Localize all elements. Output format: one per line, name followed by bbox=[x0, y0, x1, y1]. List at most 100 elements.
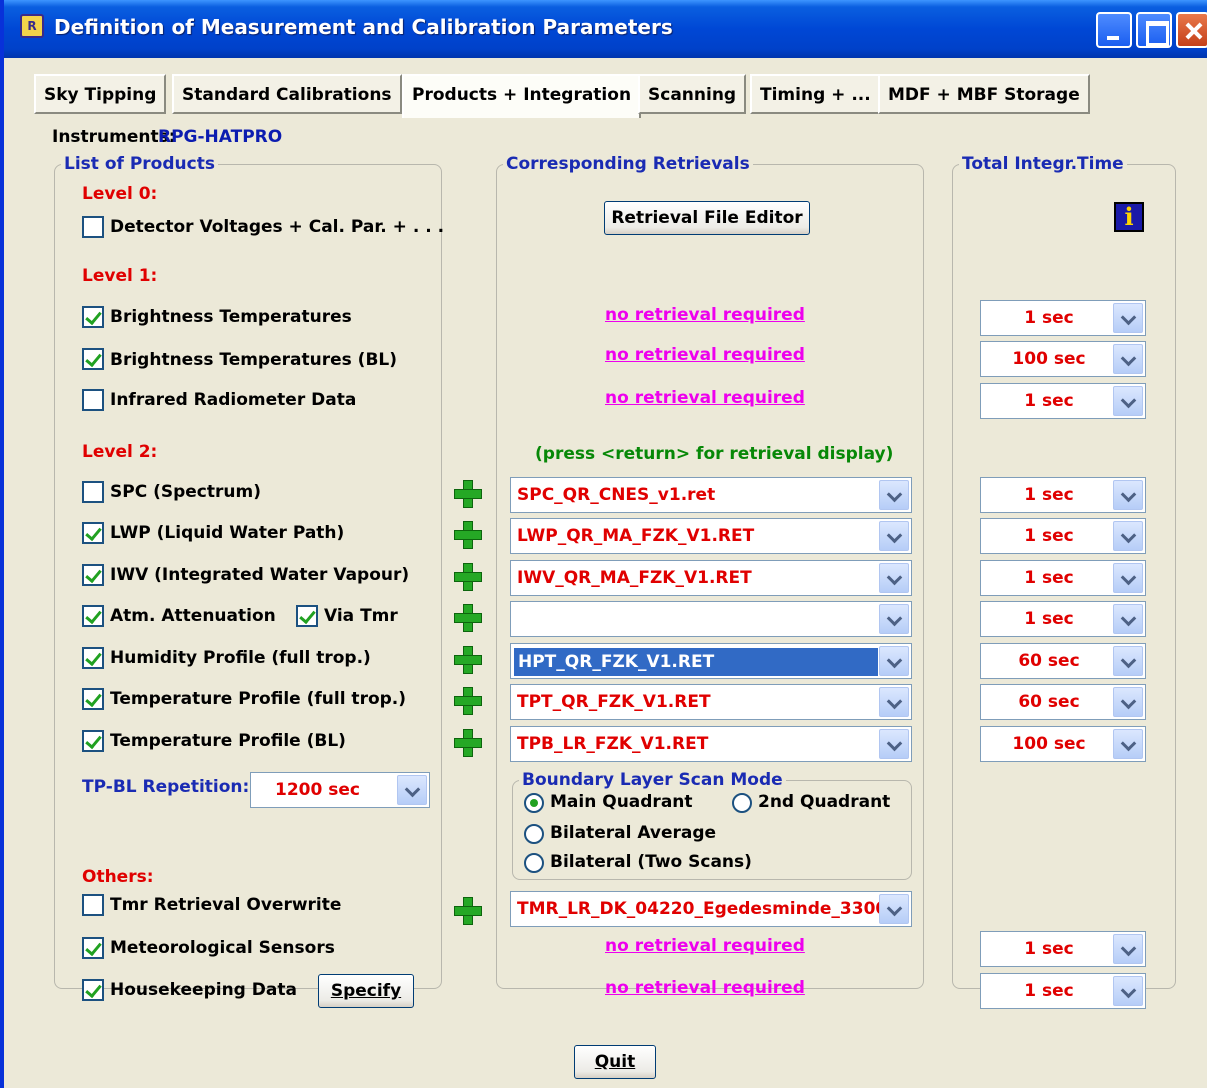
chevron-down-icon[interactable] bbox=[879, 894, 909, 924]
met-checkbox[interactable] bbox=[82, 937, 104, 959]
tpt-retrieval-select[interactable]: TPT_QR_FZK_V1.RET bbox=[510, 684, 912, 720]
chevron-down-icon[interactable] bbox=[879, 687, 909, 717]
tb-time-select[interactable]: 1 sec bbox=[980, 300, 1146, 336]
chevron-down-icon[interactable] bbox=[879, 604, 909, 634]
tpb-checkbox[interactable] bbox=[82, 730, 104, 752]
hkd-checkbox[interactable] bbox=[82, 979, 104, 1001]
spc-time-value: 1 sec bbox=[1024, 485, 1074, 505]
via-tmr-checkbox[interactable] bbox=[296, 605, 318, 627]
second-quadrant-radio[interactable] bbox=[732, 793, 752, 813]
close-button[interactable] bbox=[1176, 12, 1207, 48]
tmr-checkbox[interactable] bbox=[82, 894, 104, 916]
chevron-down-icon[interactable] bbox=[1113, 480, 1143, 510]
tpt-checkbox[interactable] bbox=[82, 688, 104, 710]
chevron-down-icon[interactable] bbox=[879, 729, 909, 759]
iwv-retrieval-select[interactable]: IWV_QR_MA_FZK_V1.RET bbox=[510, 560, 912, 596]
chevron-down-icon[interactable] bbox=[1113, 976, 1143, 1006]
lwp-time-select[interactable]: 1 sec bbox=[980, 518, 1146, 554]
main-quadrant-radio[interactable] bbox=[524, 793, 544, 813]
tpb-retrieval-select[interactable]: TPB_LR_FZK_V1.RET bbox=[510, 726, 912, 762]
retrieval-file-editor-button[interactable]: Retrieval File Editor bbox=[604, 201, 810, 235]
chevron-down-icon[interactable] bbox=[1113, 386, 1143, 416]
add-lwp-icon[interactable] bbox=[454, 521, 482, 549]
spc-retrieval-select[interactable]: SPC_QR_CNES_v1.ret bbox=[510, 477, 912, 513]
tmr-retrieval-select[interactable]: TMR_LR_DK_04220_Egedesminde_3300 bbox=[510, 891, 912, 927]
bilateral-two-radio[interactable] bbox=[524, 853, 544, 873]
hkd-time-select[interactable]: 1 sec bbox=[980, 973, 1146, 1009]
met-time-select[interactable]: 1 sec bbox=[980, 931, 1146, 967]
minimize-button[interactable] bbox=[1096, 12, 1132, 48]
iwv-time-select[interactable]: 1 sec bbox=[980, 560, 1146, 596]
tpb-time-select[interactable]: 100 sec bbox=[980, 726, 1146, 762]
tab-products-integration[interactable]: Products + Integration bbox=[402, 74, 642, 118]
irr-time-select[interactable]: 1 sec bbox=[980, 383, 1146, 419]
hpt-retrieval-select[interactable]: HPT_QR_FZK_V1.RET bbox=[510, 643, 912, 679]
tpt-time-select[interactable]: 60 sec bbox=[980, 684, 1146, 720]
chevron-down-icon[interactable] bbox=[879, 480, 909, 510]
chevron-down-icon[interactable] bbox=[1113, 344, 1143, 374]
hpt-checkbox[interactable] bbox=[82, 647, 104, 669]
chevron-down-icon[interactable] bbox=[879, 521, 909, 551]
add-spc-icon[interactable] bbox=[454, 480, 482, 508]
main-quadrant-label: Main Quadrant bbox=[550, 792, 693, 812]
info-icon[interactable]: i bbox=[1114, 202, 1144, 232]
hkd-label: Housekeeping Data bbox=[110, 980, 297, 1000]
tb-no-retrieval: no retrieval required bbox=[605, 305, 805, 325]
chevron-down-icon[interactable] bbox=[1113, 646, 1143, 676]
att-time-value: 1 sec bbox=[1024, 609, 1074, 629]
iwv-retrieval-value: IWV_QR_MA_FZK_V1.RET bbox=[517, 568, 752, 588]
att-checkbox[interactable] bbox=[82, 605, 104, 627]
chevron-down-icon[interactable] bbox=[1113, 934, 1143, 964]
integration-group-title: Total Integr.Time bbox=[962, 154, 1124, 174]
specify-button[interactable]: Specify bbox=[318, 974, 414, 1008]
tab-standard-calibrations[interactable]: Standard Calibrations bbox=[172, 74, 402, 114]
chevron-down-icon[interactable] bbox=[1113, 729, 1143, 759]
tab-timing[interactable]: Timing + ... bbox=[750, 74, 881, 114]
iwv-checkbox[interactable] bbox=[82, 564, 104, 586]
chevron-down-icon[interactable] bbox=[1113, 563, 1143, 593]
add-att-icon[interactable] bbox=[454, 604, 482, 632]
chevron-down-icon[interactable] bbox=[879, 646, 909, 676]
maximize-button[interactable] bbox=[1136, 12, 1172, 48]
add-iwv-icon[interactable] bbox=[454, 563, 482, 591]
spc-checkbox[interactable] bbox=[82, 481, 104, 503]
hpt-time-select[interactable]: 60 sec bbox=[980, 643, 1146, 679]
lwp-checkbox[interactable] bbox=[82, 522, 104, 544]
tb-bl-checkbox[interactable] bbox=[82, 348, 104, 370]
iwv-time-value: 1 sec bbox=[1024, 568, 1074, 588]
att-time-select[interactable]: 1 sec bbox=[980, 601, 1146, 637]
tab-sky-tipping[interactable]: Sky Tipping bbox=[34, 74, 167, 114]
bilateral-average-label: Bilateral Average bbox=[550, 823, 717, 843]
quit-button[interactable]: Quit bbox=[574, 1045, 656, 1079]
tb-checkbox[interactable] bbox=[82, 306, 104, 328]
app-icon: R bbox=[20, 14, 44, 38]
detector-checkbox[interactable] bbox=[82, 216, 104, 238]
met-time-value: 1 sec bbox=[1024, 939, 1074, 959]
chevron-down-icon[interactable] bbox=[1113, 303, 1143, 333]
irr-checkbox[interactable] bbox=[82, 389, 104, 411]
lwp-retrieval-select[interactable]: LWP_QR_MA_FZK_V1.RET bbox=[510, 518, 912, 554]
chevron-down-icon[interactable] bbox=[1113, 604, 1143, 634]
add-tmr-icon[interactable] bbox=[454, 897, 482, 925]
add-tpt-icon[interactable] bbox=[454, 687, 482, 715]
tp-bl-select[interactable]: 1200 sec bbox=[250, 772, 430, 808]
tpt-label: Temperature Profile (full trop.) bbox=[110, 689, 407, 709]
tb-bl-time-select[interactable]: 100 sec bbox=[980, 341, 1146, 377]
lwp-time-value: 1 sec bbox=[1024, 526, 1074, 546]
add-hpt-icon[interactable] bbox=[454, 646, 482, 674]
detector-label: Detector Voltages + Cal. Par. + . . . bbox=[110, 217, 445, 237]
bilateral-average-radio[interactable] bbox=[524, 824, 544, 844]
met-label: Meteorological Sensors bbox=[110, 938, 335, 958]
chevron-down-icon[interactable] bbox=[879, 563, 909, 593]
tpb-time-value: 100 sec bbox=[1012, 734, 1086, 754]
tb-bl-no-retrieval: no retrieval required bbox=[605, 345, 805, 365]
tp-bl-value: 1200 sec bbox=[275, 780, 360, 800]
chevron-down-icon[interactable] bbox=[1113, 687, 1143, 717]
spc-time-select[interactable]: 1 sec bbox=[980, 477, 1146, 513]
tab-mdf-mbf-storage[interactable]: MDF + MBF Storage bbox=[878, 74, 1090, 114]
add-tpb-icon[interactable] bbox=[454, 729, 482, 757]
chevron-down-icon[interactable] bbox=[397, 775, 427, 805]
att-retrieval-select[interactable] bbox=[510, 601, 912, 637]
chevron-down-icon[interactable] bbox=[1113, 521, 1143, 551]
tab-scanning[interactable]: Scanning bbox=[638, 74, 747, 114]
